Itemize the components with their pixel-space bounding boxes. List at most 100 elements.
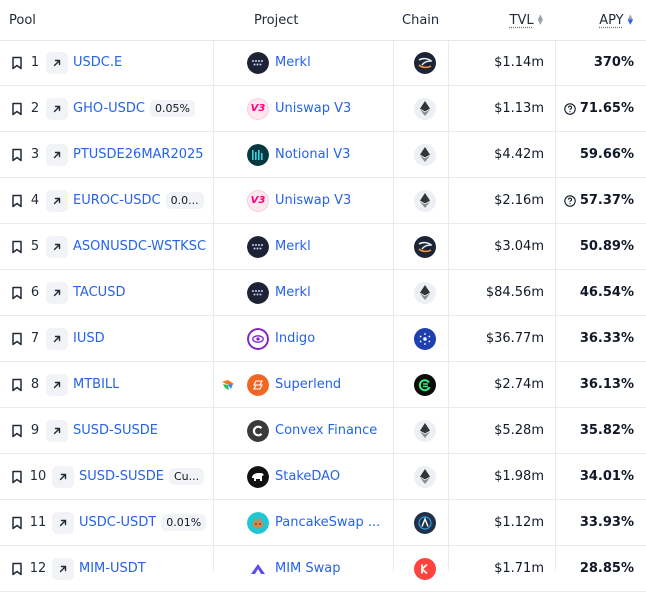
row-rank: 10	[29, 469, 47, 484]
pool-name-link[interactable]: USDC-USDT	[79, 515, 156, 530]
chain-cell	[414, 454, 436, 499]
bookmark-icon[interactable]	[10, 193, 24, 209]
external-link-icon[interactable]	[52, 557, 74, 580]
project-name-link[interactable]: Uniswap V3	[275, 101, 351, 116]
header-apy-label: APY	[599, 12, 624, 28]
project-cell: Indigo	[247, 316, 392, 361]
header-chain: Chain	[402, 12, 440, 28]
bookmark-icon[interactable]	[10, 239, 24, 255]
bookmark-icon[interactable]	[10, 55, 24, 71]
ethereum-chain-icon	[414, 281, 436, 304]
project-name-link[interactable]: PancakeSwap ...	[275, 515, 380, 530]
pool-cell: 11 USDC-USDT 0.01%	[10, 500, 210, 545]
external-link-icon[interactable]	[46, 419, 68, 442]
pool-name-link[interactable]: TACUSD	[73, 285, 125, 300]
tvl-value: $1.14m	[494, 55, 544, 70]
chain-cell	[414, 546, 436, 591]
row-rank: 6	[30, 285, 40, 300]
external-link-icon[interactable]	[46, 281, 68, 304]
pool-name-link[interactable]: ASONUSDC-WSTKSC	[73, 239, 206, 254]
pool-fee-badge: 0.0...	[165, 192, 204, 209]
bookmark-icon[interactable]	[10, 331, 24, 347]
project-name-link[interactable]: Convex Finance	[275, 423, 377, 438]
header-project: Project	[254, 12, 299, 28]
row-rank: 9	[30, 423, 40, 438]
project-name-link[interactable]: Merkl	[275, 285, 311, 300]
external-link-icon[interactable]	[46, 189, 68, 212]
bookmark-icon[interactable]	[10, 101, 24, 117]
project-name-link[interactable]: Indigo	[275, 331, 315, 346]
table-row: 11 USDC-USDT 0.01% PancakeSwap ... $1.12…	[0, 500, 646, 546]
pool-name-link[interactable]: MIM-USDT	[79, 561, 146, 576]
project-name-link[interactable]: Merkl	[275, 239, 311, 254]
pool-name-link[interactable]: SUSD-SUSDE	[79, 469, 164, 484]
table-row: 3 PTUSDE26MAR2025 Notional V3 $4.42m 59.…	[0, 132, 646, 178]
tvl-value: $1.12m	[494, 515, 544, 530]
bookmark-icon[interactable]	[10, 561, 24, 577]
project-name-link[interactable]: Superlend	[275, 377, 341, 392]
pool-name-link[interactable]: GHO-USDC	[73, 101, 145, 116]
external-link-icon[interactable]	[46, 51, 68, 74]
bookmark-icon[interactable]	[10, 147, 24, 163]
project-name-link[interactable]: Notional V3	[275, 147, 350, 162]
project-cell: V3 Uniswap V3	[247, 86, 392, 131]
pool-name-link[interactable]: PTUSDE26MAR2025	[73, 147, 204, 162]
help-icon[interactable]	[564, 102, 576, 115]
project-name-link[interactable]: StakeDAO	[275, 469, 340, 484]
apy-cell: 35.82%	[548, 408, 634, 453]
pool-name-link[interactable]: SUSD-SUSDE	[73, 423, 158, 438]
uniswap-icon: V3	[247, 97, 269, 120]
external-link-icon[interactable]	[46, 373, 68, 396]
tvl-value: $36.77m	[485, 331, 544, 346]
indigo-icon	[247, 327, 269, 350]
external-link-icon[interactable]	[46, 235, 68, 258]
project-cell: Superlend	[247, 362, 392, 407]
bookmark-icon[interactable]	[10, 377, 24, 393]
external-link-icon[interactable]	[46, 327, 68, 350]
tvl-value: $84.56m	[485, 285, 544, 300]
chain-cell	[414, 316, 436, 361]
pool-name-link[interactable]: IUSD	[73, 331, 105, 346]
bookmark-icon[interactable]	[10, 469, 24, 485]
pool-cell: 9 SUSD-SUSDE	[10, 408, 210, 453]
apy-value: 57.37%	[579, 193, 634, 208]
project-name-link[interactable]: MIM Swap	[275, 561, 341, 576]
project-cell: Merkl	[247, 224, 392, 269]
table-row: 8 MTBILL Superlend $2.74m 36.13%	[0, 362, 646, 408]
uniswap-icon: V3	[247, 189, 269, 212]
notional-icon	[247, 143, 269, 166]
header-tvl-label: TVL	[509, 12, 534, 28]
merkl-icon	[247, 51, 269, 74]
pool-name-link[interactable]: USDC.E	[73, 55, 122, 70]
pool-fee-badge: Cu...	[168, 468, 205, 485]
external-link-icon[interactable]	[52, 465, 74, 488]
pool-cell: 10 SUSD-SUSDE Cu...	[10, 454, 210, 499]
external-link-icon[interactable]	[46, 97, 68, 120]
apy-value: 34.01%	[579, 469, 634, 484]
bookmark-icon[interactable]	[10, 285, 24, 301]
project-cell: Convex Finance	[247, 408, 392, 453]
row-rank: 3	[30, 147, 40, 162]
tvl-value: $1.98m	[494, 469, 544, 484]
row-rank: 12	[29, 561, 47, 576]
sort-apy-button[interactable]: APY ▲ ▼	[599, 0, 633, 40]
project-cell: Merkl	[247, 270, 392, 315]
pool-fee-badge: 0.01%	[161, 514, 207, 531]
bookmark-icon[interactable]	[10, 515, 24, 531]
external-link-icon[interactable]	[52, 511, 74, 534]
row-rank: 2	[30, 101, 40, 116]
apy-cell: 34.01%	[548, 454, 634, 499]
project-name-link[interactable]: Merkl	[275, 55, 311, 70]
apy-cell: 33.93%	[548, 500, 634, 545]
pool-name-link[interactable]: EUROC-USDC	[73, 193, 161, 208]
tvl-value: $5.28m	[494, 423, 544, 438]
pool-name-link[interactable]: MTBILL	[73, 377, 119, 392]
bookmark-icon[interactable]	[10, 423, 24, 439]
help-icon[interactable]	[564, 194, 576, 207]
sort-tvl-button[interactable]: TVL ▲ ▼	[510, 0, 543, 40]
project-name-link[interactable]: Uniswap V3	[275, 193, 351, 208]
chain-cell	[414, 86, 436, 131]
external-link-icon[interactable]	[46, 143, 68, 166]
table-row: 4 EUROC-USDC 0.0... V3 Uniswap V3 $2.16m…	[0, 178, 646, 224]
table-row: 6 TACUSD Merkl $84.56m 46.54%	[0, 270, 646, 316]
